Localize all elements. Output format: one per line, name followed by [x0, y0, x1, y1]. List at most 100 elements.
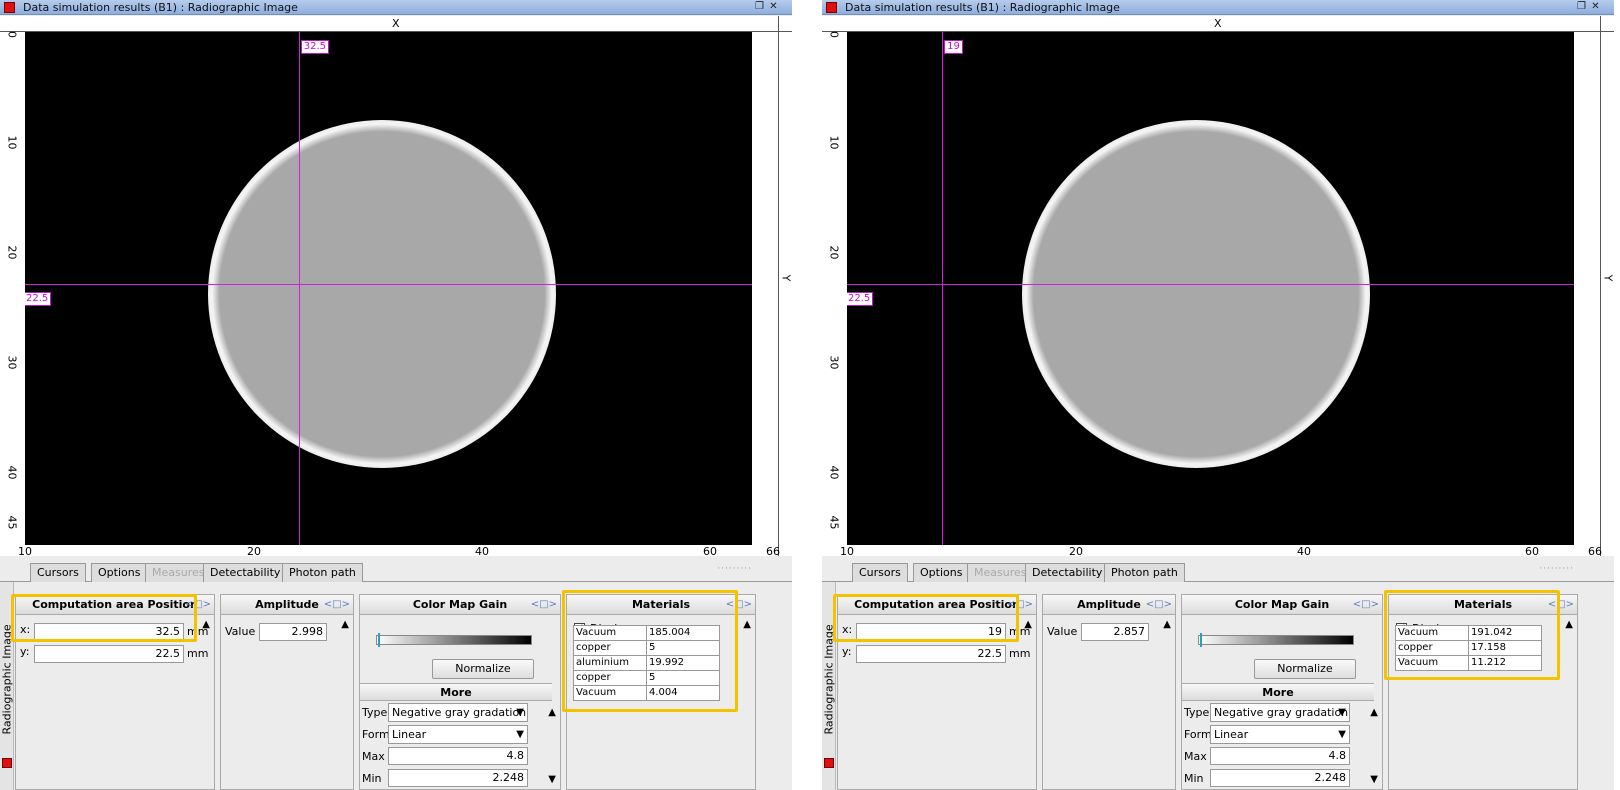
scroll-up-icon[interactable]: ▲	[341, 619, 349, 630]
pane-collapse-icon[interactable]: <□>	[531, 595, 557, 615]
tab-options[interactable]: Options	[91, 563, 148, 582]
min-label: Min	[1184, 772, 1204, 785]
max-field[interactable]: 4.8	[1210, 747, 1350, 765]
max-field[interactable]: 4.8	[388, 747, 528, 765]
material-row[interactable]: Vacuum 11.212	[1395, 655, 1542, 671]
material-row[interactable]: copper 5	[573, 640, 720, 656]
scroll-down-icon[interactable]: ▼	[1370, 774, 1378, 785]
title-bar[interactable]: Data simulation results (B1) : Radiograp…	[0, 0, 792, 15]
y-tick: 30	[827, 355, 841, 370]
window-title: Data simulation results (B1) : Radiograp…	[23, 1, 298, 14]
y-position-field[interactable]: 22.5	[34, 645, 184, 663]
type-select[interactable]: Negative gray gradation ▼	[1210, 703, 1350, 722]
side-dock: Radiographic Image	[0, 582, 14, 790]
min-field[interactable]: 2.248	[388, 769, 528, 787]
normalize-button[interactable]: Normalize	[1254, 659, 1356, 679]
radiographic-image[interactable]: 19 22.5	[847, 32, 1588, 545]
tab-photon-path[interactable]: Photon path	[1104, 563, 1185, 582]
tab-cursors[interactable]: Cursors	[30, 563, 86, 582]
tab-detectability[interactable]: Detectability	[203, 563, 288, 582]
materials-table: Vacuum 185.004 copper 5 aluminium 19.992 coppe…	[573, 625, 720, 701]
x-tick: 20	[1069, 545, 1083, 558]
material-thickness: 5	[646, 670, 720, 686]
pane-collapse-icon[interactable]: <□>	[726, 595, 752, 615]
tab-photon-path[interactable]: Photon path	[282, 563, 363, 582]
cursor-horizontal-line[interactable]	[25, 283, 752, 285]
scroll-up-icon[interactable]: ▲	[1024, 619, 1032, 630]
tab-cursors[interactable]: Cursors	[852, 563, 908, 582]
material-thickness: 5	[646, 640, 720, 656]
scroll-up-icon[interactable]: ▲	[1565, 619, 1573, 630]
cursor-x-label: 32.5	[300, 40, 329, 54]
radiographic-image[interactable]: 32.5 22.5	[25, 32, 766, 545]
min-field[interactable]: 2.248	[1210, 769, 1350, 787]
scroll-up-icon[interactable]: ▲	[1370, 707, 1378, 718]
form-select[interactable]: Linear ▼	[1210, 725, 1350, 744]
side-dock-icon[interactable]	[2, 758, 12, 768]
restore-icon[interactable]: ❐	[1576, 0, 1587, 14]
pane-collapse-icon[interactable]: <□>	[1353, 595, 1379, 615]
form-select[interactable]: Linear ▼	[388, 725, 528, 744]
gain-gradient-bar[interactable]	[1198, 635, 1354, 645]
material-row[interactable]: Vacuum 185.004	[573, 625, 720, 641]
close-icon[interactable]: ✕	[1590, 0, 1601, 14]
material-thickness: 19.992	[646, 655, 720, 671]
material-name: Vacuum	[1395, 625, 1469, 641]
materials-title: Materials	[631, 598, 691, 611]
cursor-vertical-line[interactable]	[298, 32, 300, 545]
tab-detectability[interactable]: Detectability	[1025, 563, 1110, 582]
cursor-vertical-line[interactable]	[942, 32, 944, 545]
pane-collapse-icon[interactable]: <□>	[185, 595, 211, 615]
material-row[interactable]: copper 5	[573, 670, 720, 686]
pane-collapse-icon[interactable]: <□>	[1146, 595, 1172, 615]
y-tick: 20	[827, 245, 841, 260]
amplitude-title: Amplitude	[255, 598, 319, 611]
side-label: Radiographic Image	[822, 624, 836, 735]
scroll-down-icon[interactable]: ▼	[548, 774, 556, 785]
x-tick: 60	[703, 545, 717, 558]
x-tick: 10	[18, 545, 32, 558]
material-row[interactable]: Vacuum 4.004	[573, 685, 720, 701]
material-name: aluminium	[573, 655, 647, 671]
scroll-up-icon[interactable]: ▲	[743, 619, 751, 630]
color-map-title: Color Map Gain	[412, 598, 508, 611]
pane-collapse-icon[interactable]: <□>	[324, 595, 350, 615]
max-label: Max	[362, 750, 385, 763]
restore-icon[interactable]: ❐	[754, 0, 765, 14]
gain-gradient-bar[interactable]	[376, 635, 532, 645]
form-label: Form	[1184, 728, 1212, 741]
material-row[interactable]: copper 17.158	[1395, 640, 1542, 656]
side-dock-icon[interactable]	[824, 758, 834, 768]
normalize-button[interactable]: Normalize	[432, 659, 534, 679]
tab-options[interactable]: Options	[913, 563, 970, 582]
tab-measures: Measures	[145, 563, 212, 582]
material-thickness: 11.212	[1468, 655, 1542, 671]
y-tick: 10	[5, 135, 19, 150]
material-row[interactable]: aluminium 19.992	[573, 655, 720, 671]
y-position-field[interactable]: 22.5	[856, 645, 1006, 663]
x-position-field[interactable]: 32.5	[34, 623, 184, 641]
material-name: copper	[573, 670, 647, 686]
title-bar[interactable]: Data simulation results (B1) : Radiograp…	[822, 0, 1614, 15]
side-label: Radiographic Image	[0, 624, 14, 735]
y-axis: 0 10 20 30 40 45	[0, 16, 25, 556]
scroll-up-icon[interactable]: ▲	[1163, 619, 1171, 630]
gain-marker[interactable]	[378, 633, 380, 647]
y-tick: 0	[5, 31, 19, 38]
x-position-field[interactable]: 19	[856, 623, 1006, 641]
pane-collapse-icon[interactable]: <□>	[1548, 595, 1574, 615]
material-thickness: 17.158	[1468, 640, 1542, 656]
scroll-up-icon[interactable]: ▲	[202, 619, 210, 630]
close-icon[interactable]: ✕	[768, 0, 779, 14]
scroll-up-icon[interactable]: ▲	[548, 707, 556, 718]
cursor-horizontal-line[interactable]	[847, 283, 1574, 285]
more-section-header[interactable]: More	[360, 683, 552, 701]
type-select[interactable]: Negative gray gradation ▼	[388, 703, 528, 722]
gain-marker[interactable]	[1200, 633, 1202, 647]
type-label: Type	[1184, 706, 1210, 719]
material-thickness: 4.004	[646, 685, 720, 701]
material-row[interactable]: Vacuum 191.042	[1395, 625, 1542, 641]
max-label: Max	[1184, 750, 1207, 763]
more-section-header[interactable]: More	[1182, 683, 1374, 701]
pane-collapse-icon[interactable]: <□>	[1007, 595, 1033, 615]
